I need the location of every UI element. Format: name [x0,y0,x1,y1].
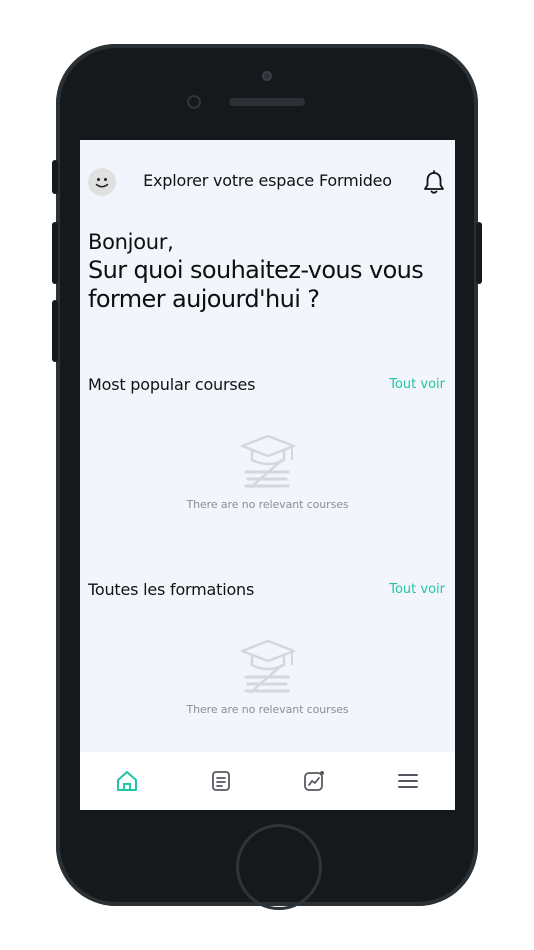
app-screen: Explorer votre espace Formideo Bonjour, … [80,140,455,810]
greeting-block: Bonjour, Sur quoi souhaitez-vous vous fo… [88,230,448,314]
empty-message-all: There are no relevant courses [186,703,349,716]
greeting-question: Sur quoi souhaitez-vous vous former aujo… [88,256,424,313]
top-bar: Explorer votre espace Formideo [80,140,455,224]
earpiece-speaker [229,98,305,106]
document-icon [212,771,230,791]
home-button[interactable] [236,824,322,910]
section-title-all: Toutes les formations [88,580,255,599]
nav-home-tab[interactable] [114,768,140,794]
section-title-popular: Most popular courses [88,375,256,394]
proximity-sensor [262,71,272,81]
home-icon [117,771,137,791]
mute-switch [52,160,58,194]
empty-state-all: There are no relevant courses [80,635,455,716]
empty-state-popular: There are no relevant courses [80,430,455,511]
bottom-navigation [80,752,455,810]
graduation-cap-books-icon [240,639,295,694]
power-button [476,222,482,284]
nav-menu-tab[interactable] [395,768,421,794]
nav-progress-tab[interactable] [301,768,327,794]
front-camera [187,95,201,109]
app-title: Explorer votre espace Formideo [143,171,392,190]
greeting-hello: Bonjour, [88,230,174,254]
volume-down-button [52,300,58,362]
menu-icon [398,774,418,788]
nav-documents-tab[interactable] [208,768,234,794]
chart-icon [304,771,324,791]
see-all-popular-link[interactable]: Tout voir [389,377,445,392]
volume-up-button [52,222,58,284]
bell-icon[interactable] [423,170,445,196]
empty-message-popular: There are no relevant courses [186,498,349,511]
graduation-cap-books-icon [240,434,295,489]
see-all-formations-link[interactable]: Tout voir [389,582,445,597]
